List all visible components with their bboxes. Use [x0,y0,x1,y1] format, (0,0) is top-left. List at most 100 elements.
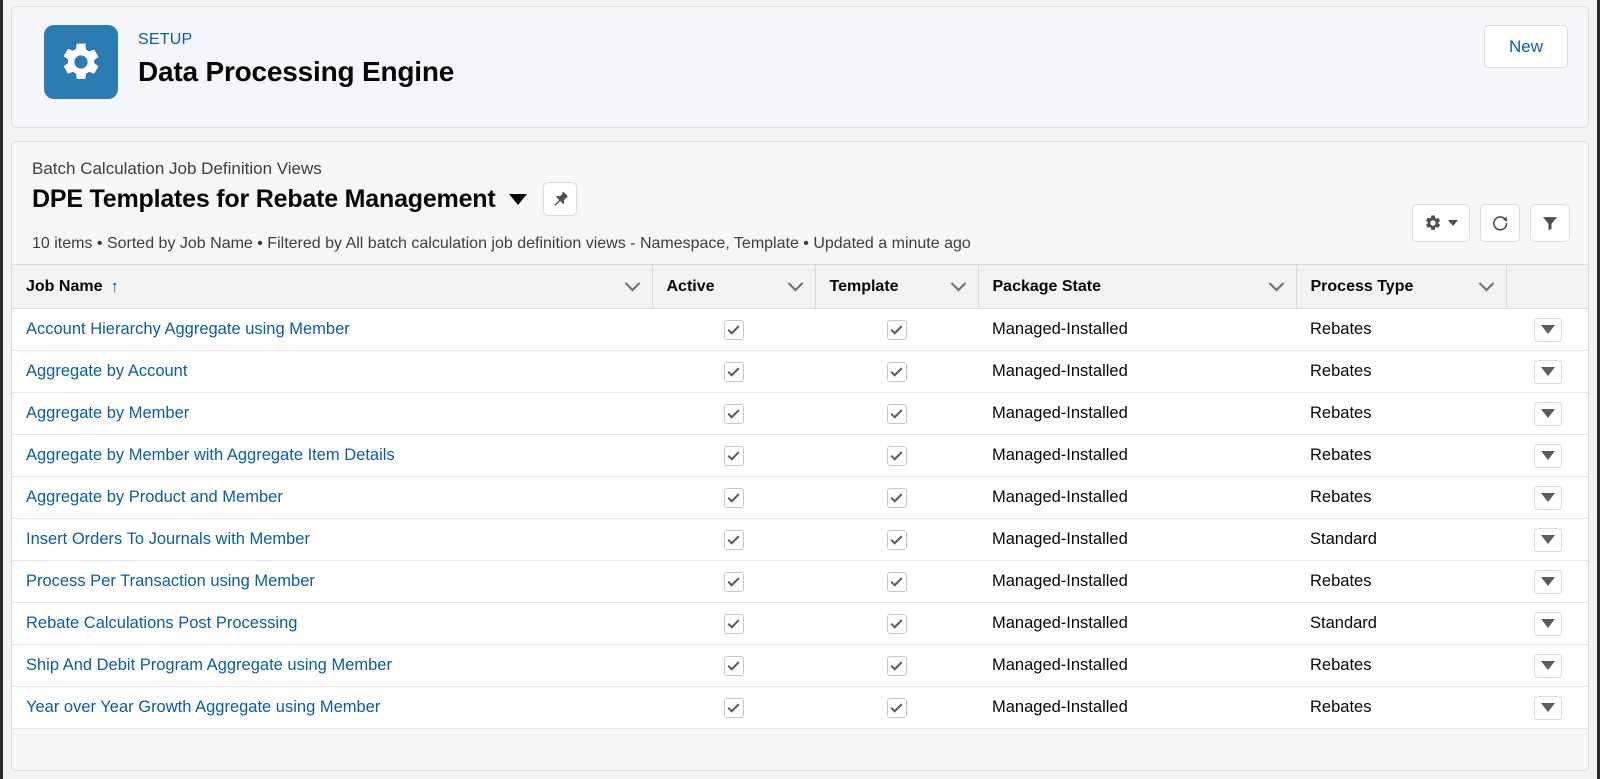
active-checkbox[interactable] [723,571,744,592]
page-title: Data Processing Engine [138,56,455,87]
check-icon [727,616,740,629]
cell-package-state: Managed-Installed [978,644,1296,687]
template-checkbox[interactable] [886,571,907,592]
row-actions-button[interactable] [1534,569,1562,594]
column-header-active[interactable]: Active [652,264,816,309]
job-name-link[interactable]: Rebate Calculations Post Processing [26,614,297,632]
template-checkbox[interactable] [886,319,907,340]
column-header-package-state[interactable]: Package State [978,264,1297,309]
check-icon [890,574,903,587]
table-row: Ship And Debit Program Aggregate using M… [12,644,1588,687]
active-checkbox[interactable] [723,319,744,340]
cell-active [652,644,815,687]
cell-template [815,560,978,603]
check-icon [890,700,903,713]
cell-row-actions [1506,644,1588,687]
list-view-actions [1412,204,1570,242]
cell-process-type: Rebates [1296,350,1506,393]
chevron-down-icon [1541,493,1555,502]
job-name-link[interactable]: Process Per Transaction using Member [26,572,315,590]
pin-list-view-button[interactable] [543,182,578,216]
template-checkbox[interactable] [886,613,907,634]
cell-row-actions [1506,602,1588,645]
row-actions-button[interactable] [1534,527,1562,552]
row-actions-button[interactable] [1534,359,1562,384]
list-view-settings-button[interactable] [1412,204,1470,242]
template-checkbox[interactable] [886,697,907,718]
check-icon [890,658,903,671]
chevron-down-icon[interactable] [950,275,966,292]
cell-package-state: Managed-Installed [978,434,1296,477]
template-checkbox[interactable] [886,487,907,508]
row-actions-button[interactable] [1534,611,1562,636]
active-checkbox[interactable] [723,697,744,718]
row-actions-button[interactable] [1534,317,1562,342]
row-actions-button[interactable] [1534,653,1562,678]
cell-template [815,644,978,687]
job-name-link[interactable]: Aggregate by Member with Aggregate Item … [26,446,395,464]
new-button[interactable]: New [1484,25,1568,68]
chevron-down-icon[interactable] [1478,275,1494,292]
column-header-process-type[interactable]: Process Type [1296,264,1507,309]
cell-active [652,350,815,393]
table-row: Aggregate by Member with Aggregate Item … [12,434,1588,477]
cell-package-state: Managed-Installed [978,602,1296,645]
setup-eyebrow: SETUP [138,31,193,48]
job-name-link[interactable]: Year over Year Growth Aggregate using Me… [26,698,380,716]
list-view-header: Batch Calculation Job Definition Views D… [12,142,1588,264]
chevron-down-icon[interactable] [787,275,803,292]
job-name-link[interactable]: Ship And Debit Program Aggregate using M… [26,656,392,674]
filter-button[interactable] [1530,204,1570,242]
active-checkbox[interactable] [723,529,744,550]
template-checkbox[interactable] [886,361,907,382]
column-header-job-name[interactable]: Job Name ↑ [12,264,653,309]
job-name-link[interactable]: Aggregate by Product and Member [26,488,283,506]
cell-active [652,434,815,477]
cell-job-name: Ship And Debit Program Aggregate using M… [12,644,652,687]
chevron-down-icon [1541,367,1555,376]
active-checkbox[interactable] [723,613,744,634]
list-view-meta: 10 items • Sorted by Job Name • Filtered… [32,235,971,252]
cell-row-actions [1506,350,1588,393]
check-icon [727,658,740,671]
active-checkbox[interactable] [723,487,744,508]
refresh-button[interactable] [1480,204,1520,242]
job-name-link[interactable]: Insert Orders To Journals with Member [26,530,310,548]
active-checkbox[interactable] [723,445,744,466]
job-name-link[interactable]: Aggregate by Member [26,404,189,422]
job-name-link[interactable]: Aggregate by Account [26,362,187,380]
active-checkbox[interactable] [723,655,744,676]
template-checkbox[interactable] [886,403,907,424]
chevron-down-icon[interactable] [624,275,640,292]
cell-package-state: Managed-Installed [978,518,1296,561]
cell-job-name: Aggregate by Account [12,350,652,393]
column-header-template[interactable]: Template [815,264,979,309]
template-checkbox[interactable] [886,655,907,676]
check-icon [890,406,903,419]
chevron-down-icon[interactable] [1268,275,1284,292]
template-checkbox[interactable] [886,529,907,550]
chevron-down-icon [1541,325,1555,334]
row-actions-button[interactable] [1534,695,1562,720]
check-icon [727,490,740,503]
cell-process-type: Standard [1296,602,1506,645]
column-header-actions [1506,264,1588,309]
template-checkbox[interactable] [886,445,907,466]
cell-template [815,518,978,561]
row-actions-button[interactable] [1534,443,1562,468]
job-name-link[interactable]: Account Hierarchy Aggregate using Member [26,320,350,338]
cell-row-actions [1506,392,1588,435]
table-row: Aggregate by Member Managed-Installed Reba… [12,392,1588,435]
table-row: Account Hierarchy Aggregate using Member… [12,308,1588,351]
cell-row-actions [1506,308,1588,351]
cell-package-state: Managed-Installed [978,392,1296,435]
cell-row-actions [1506,434,1588,477]
row-actions-button[interactable] [1534,485,1562,510]
chevron-down-icon [1541,535,1555,544]
active-checkbox[interactable] [723,361,744,382]
active-checkbox[interactable] [723,403,744,424]
chevron-down-icon[interactable] [509,193,528,205]
cell-package-state: Managed-Installed [978,686,1296,729]
column-label-job-name: Job Name [26,277,103,295]
row-actions-button[interactable] [1534,401,1562,426]
